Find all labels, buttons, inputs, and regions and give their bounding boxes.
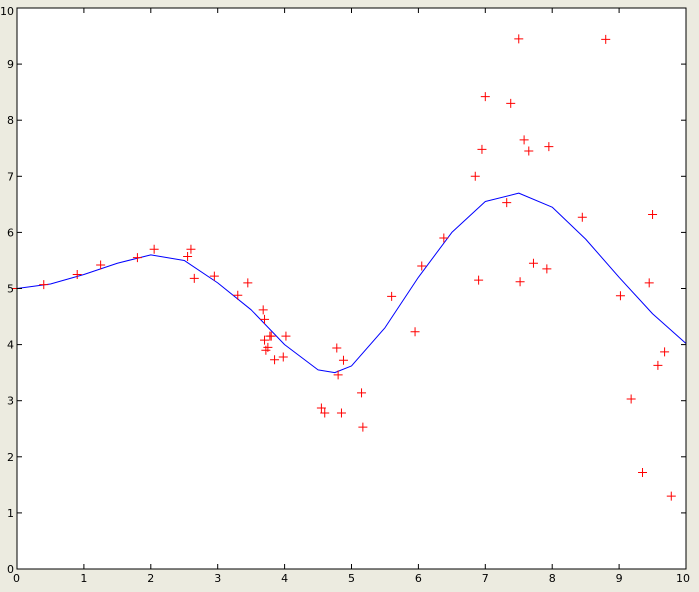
x-tick-label: 10 (676, 572, 690, 585)
y-tick-label: 7 (7, 170, 14, 183)
y-tick-label: 10 (0, 5, 14, 18)
y-tick-label: 0 (7, 563, 14, 576)
y-tick-label: 1 (7, 507, 14, 520)
y-tick-label: 2 (7, 451, 14, 464)
x-tick-label: 2 (147, 572, 154, 585)
x-tick-label: 9 (616, 572, 623, 585)
plot-area (17, 8, 686, 569)
chart-figure: 0 1 2 3 4 5 6 7 8 9 10 0 1 2 3 4 5 6 7 8 9 10 (0, 0, 699, 592)
axes: 0 1 2 3 4 5 6 7 8 9 10 0 1 2 3 4 5 6 7 8 9 10 (0, 5, 690, 585)
x-tick-label: 4 (281, 572, 288, 585)
x-tick-label: 0 (13, 572, 20, 585)
x-tick-label: 3 (214, 572, 221, 585)
x-tick-label: 7 (482, 572, 489, 585)
x-tick-label: 5 (348, 572, 355, 585)
y-tick-label: 6 (7, 226, 14, 239)
y-tick-label: 8 (7, 114, 14, 127)
y-tick-label: 3 (7, 395, 14, 408)
y-tick-label: 4 (7, 339, 14, 352)
x-tick-label: 8 (549, 572, 556, 585)
y-tick-label: 9 (7, 58, 14, 71)
x-tick-label: 6 (415, 572, 422, 585)
y-tick-label: 5 (7, 283, 14, 296)
x-tick-label: 1 (80, 572, 87, 585)
